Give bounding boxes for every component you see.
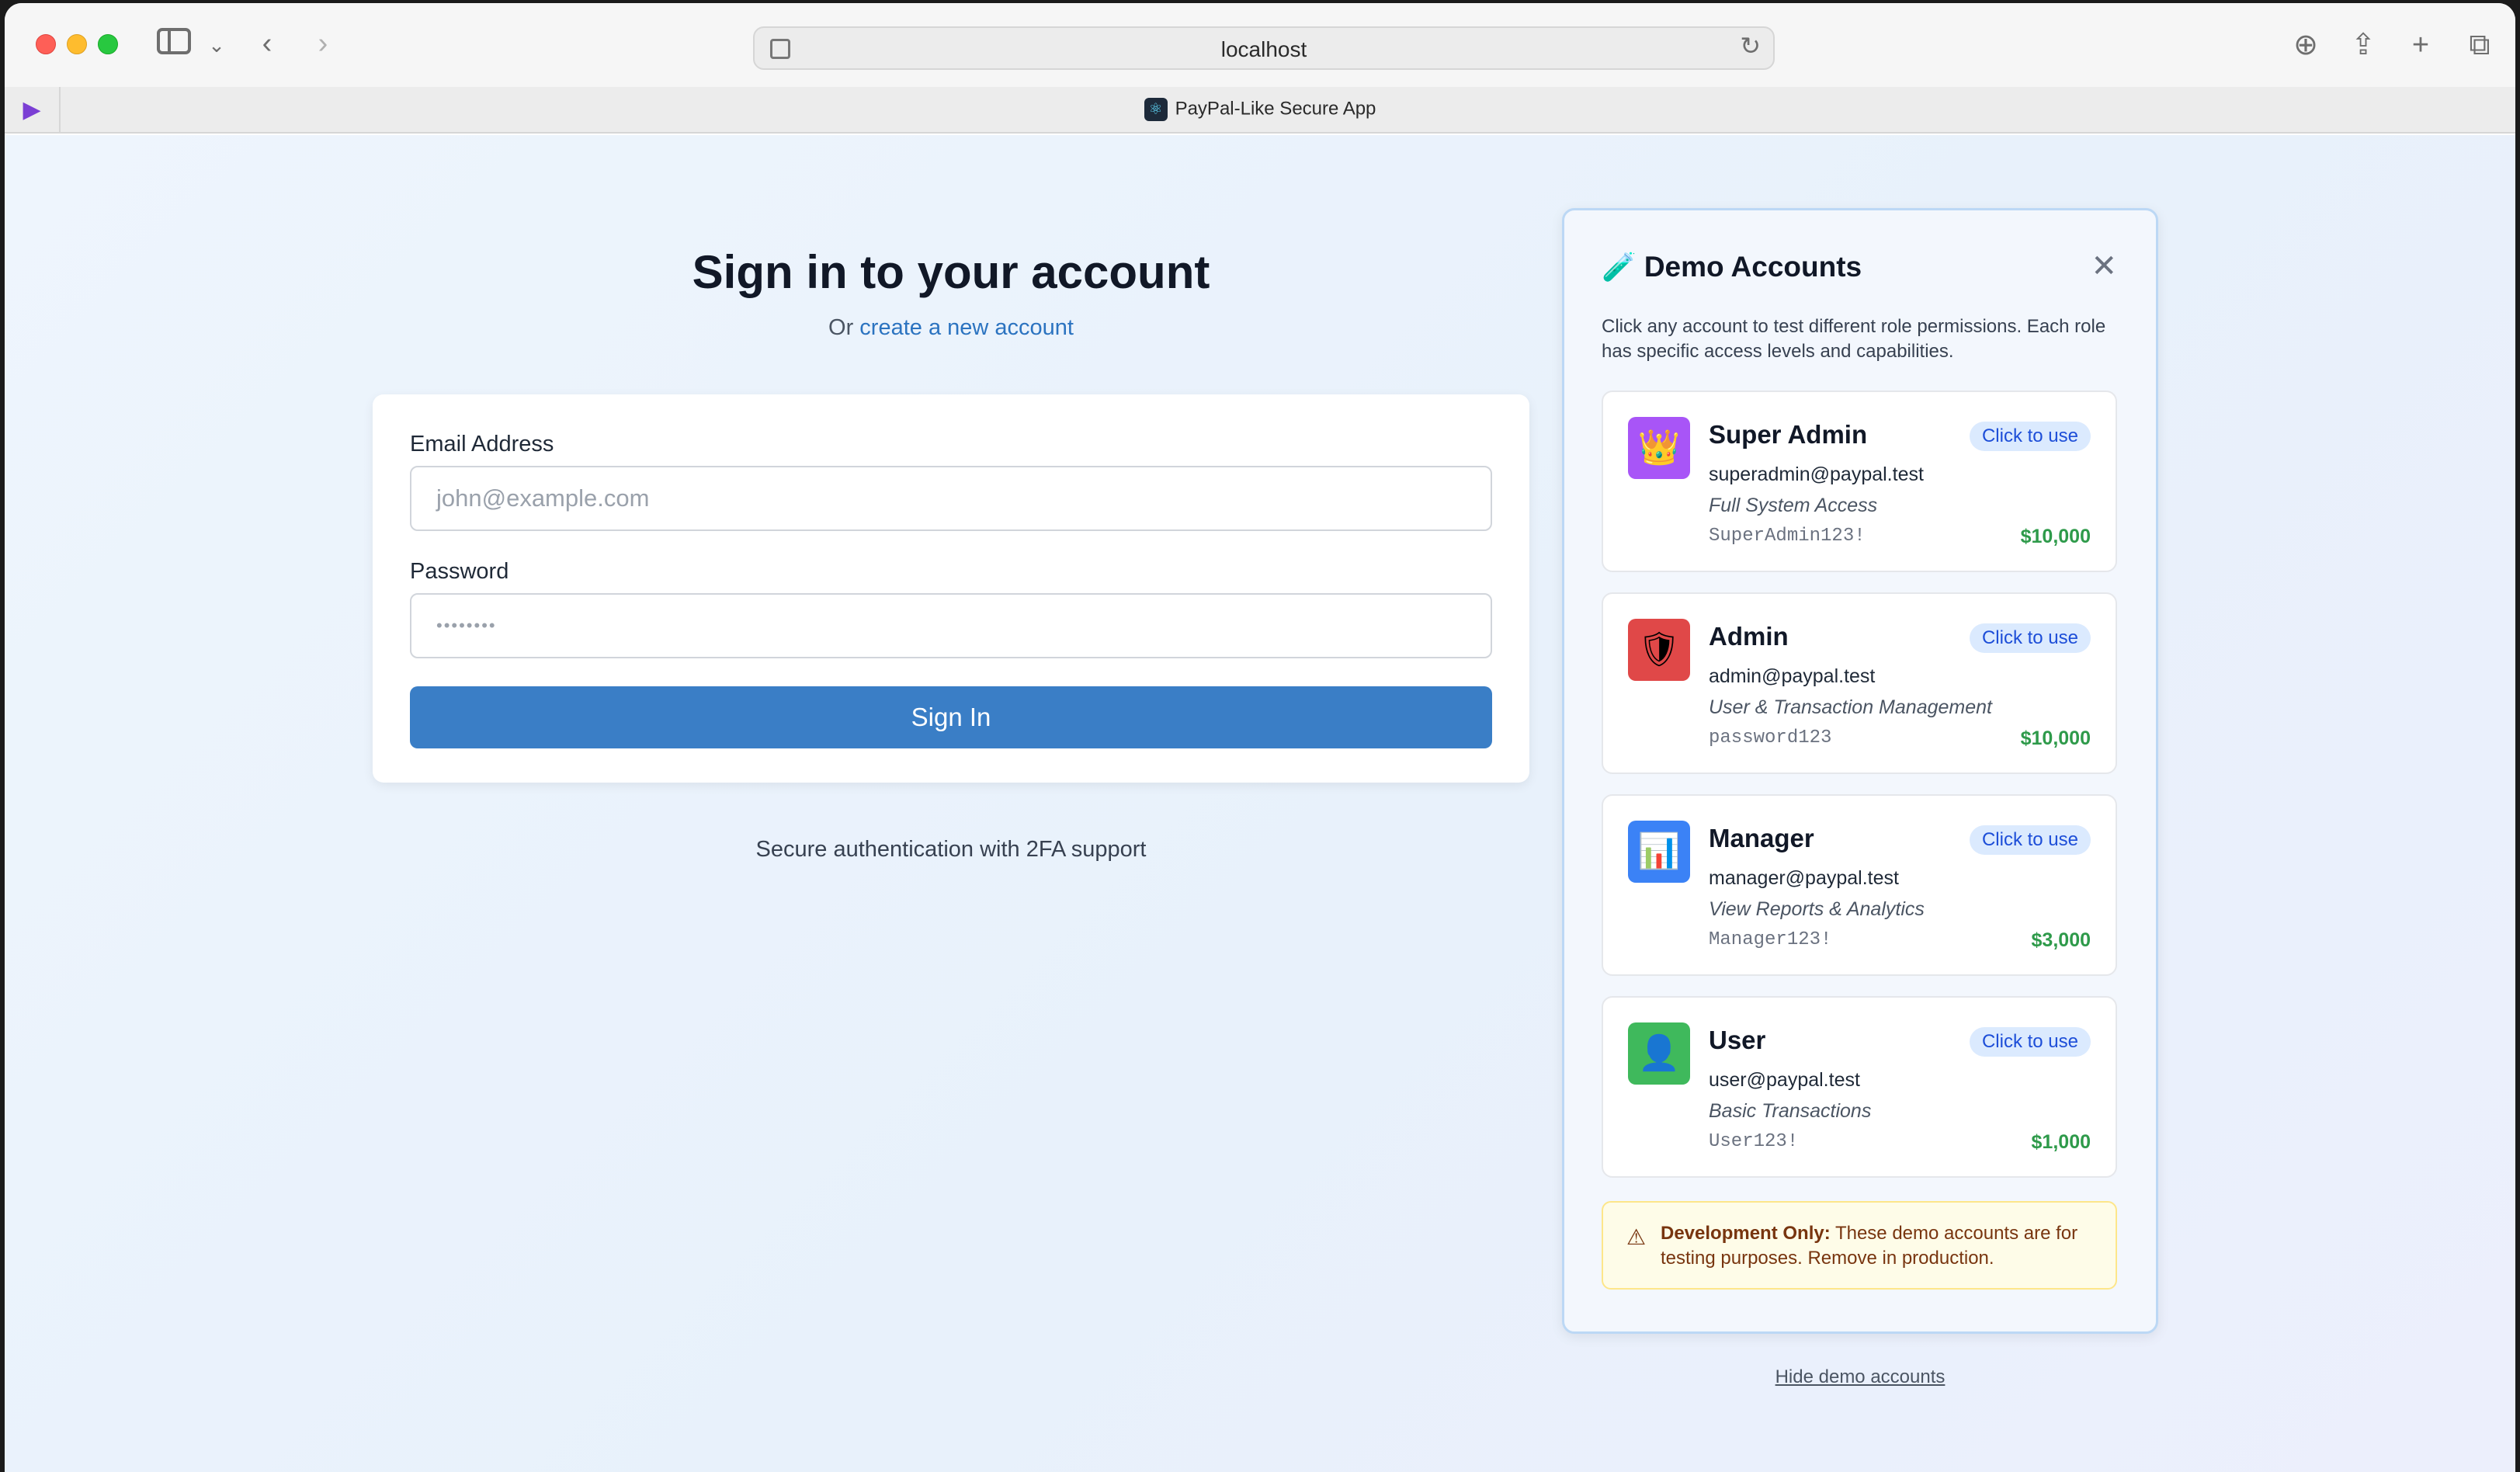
account-role: User & Transaction Management	[1709, 696, 1992, 718]
account-role: Full System Access	[1709, 495, 1878, 516]
click-to-use-badge[interactable]: Click to use	[1969, 422, 2091, 451]
account-name: Admin	[1709, 622, 1789, 651]
click-to-use-badge[interactable]: Click to use	[1969, 623, 2091, 653]
email-label: Email Address	[410, 432, 554, 457]
browser-window: ⌄ ‹ › localhost ↻ ⊕ ⇪ + ⧉ ▶ ⚛ PayPal-Like…	[5, 3, 2515, 1472]
account-password: User123!	[1709, 1131, 1799, 1152]
sidebar-icon[interactable]	[157, 28, 191, 54]
account-email: manager@paypal.test	[1709, 867, 1899, 889]
account-card-manager[interactable]: 📊 Manager Click to use manager@paypal.te…	[1602, 794, 2117, 976]
create-account-link[interactable]: create a new account	[859, 315, 1074, 340]
account-name: User	[1709, 1026, 1766, 1054]
forward-icon[interactable]: ›	[307, 25, 338, 62]
hide-demo-accounts-link[interactable]: Hide demo accounts	[1562, 1366, 2158, 1388]
password-label: Password	[410, 559, 509, 584]
tab-title: PayPal-Like Secure App	[1175, 98, 1376, 120]
close-window-button[interactable]	[36, 34, 56, 54]
account-password: SuperAdmin123!	[1709, 526, 1866, 547]
secure-auth-note: Secure authentication with 2FA support	[755, 837, 1147, 862]
react-icon: ⚛	[1144, 98, 1168, 121]
subtitle-prefix: Or	[828, 315, 854, 340]
account-balance: $1,000	[2031, 1131, 2091, 1153]
account-password: password123	[1709, 727, 1832, 748]
url-text[interactable]: localhost	[755, 37, 1773, 62]
browser-toolbar: ⌄ ‹ › localhost ↻ ⊕ ⇪ + ⧉	[5, 3, 2515, 87]
development-warning: ⚠ Development Only: These demo accounts …	[1602, 1201, 2117, 1290]
page-title: Sign in to your account	[692, 246, 1210, 298]
back-icon[interactable]: ‹	[252, 25, 283, 62]
user-icon: 👤	[1628, 1022, 1690, 1085]
account-name: Super Admin	[1709, 420, 1868, 449]
demo-accounts-panel: 🧪 Demo Accounts ✕ Click any account to te…	[1562, 208, 2158, 1334]
account-card-admin[interactable]: 🛡 Admin Click to use admin@paypal.test U…	[1602, 592, 2117, 774]
close-icon[interactable]: ✕	[2091, 251, 2117, 282]
account-balance: $3,000	[2031, 929, 2091, 951]
account-card-user[interactable]: 👤 User Click to use user@paypal.test Bas…	[1602, 996, 2117, 1178]
minimize-window-button[interactable]	[67, 34, 87, 54]
account-role: Basic Transactions	[1709, 1100, 1872, 1122]
warning-icon: ⚠	[1626, 1225, 1647, 1249]
demo-description: Click any account to test different role…	[1602, 316, 2106, 362]
chart-icon: 📊	[1628, 821, 1690, 883]
click-to-use-badge[interactable]: Click to use	[1969, 1027, 2091, 1057]
password-field[interactable]: ••••••••	[410, 593, 1492, 658]
demo-panel-title: 🧪 Demo Accounts	[1602, 251, 1862, 283]
account-password: Manager123!	[1709, 929, 1832, 950]
page-content: Sign in to your account Or create a new …	[5, 135, 2515, 1472]
account-balance: $10,000	[2020, 526, 2091, 547]
account-email: superadmin@paypal.test	[1709, 463, 1924, 485]
shield-icon: 🛡	[1628, 619, 1690, 681]
reload-icon[interactable]: ↻	[1740, 31, 1761, 61]
address-bar[interactable]: localhost ↻	[753, 26, 1775, 70]
dev-note-label: Development Only:	[1661, 1223, 1831, 1244]
download-icon[interactable]: ⊕	[2287, 26, 2324, 64]
click-to-use-badge[interactable]: Click to use	[1969, 825, 2091, 855]
subtitle: Or create a new account	[373, 315, 1529, 341]
account-email: user@paypal.test	[1709, 1069, 1860, 1091]
active-tab[interactable]: ⚛ PayPal-Like Secure App	[5, 98, 2515, 121]
sign-in-button[interactable]: Sign In	[410, 686, 1492, 748]
chevron-down-icon[interactable]: ⌄	[205, 26, 228, 64]
dev-note-text: Development Only: These demo accounts ar…	[1661, 1221, 2095, 1271]
demo-title-text: Demo Accounts	[1644, 251, 1862, 283]
account-role: View Reports & Analytics	[1709, 898, 1925, 920]
test-tube-icon: 🧪	[1602, 251, 1637, 283]
tab-strip: ▶ ⚛ PayPal-Like Secure App	[5, 87, 2515, 134]
share-icon[interactable]: ⇪	[2345, 26, 2382, 64]
new-tab-icon[interactable]: +	[2402, 26, 2439, 64]
account-email: admin@paypal.test	[1709, 665, 1876, 687]
login-card: Email Address john@example.com Password …	[373, 394, 1529, 783]
email-field[interactable]: john@example.com	[410, 466, 1492, 531]
tab-overview-icon[interactable]: ⧉	[2461, 26, 2498, 64]
zoom-window-button[interactable]	[98, 34, 118, 54]
account-name: Manager	[1709, 824, 1814, 852]
crown-icon: 👑	[1628, 417, 1690, 479]
account-balance: $10,000	[2020, 727, 2091, 749]
account-card-super-admin[interactable]: 👑 Super Admin Click to use superadmin@pa…	[1602, 391, 2117, 572]
